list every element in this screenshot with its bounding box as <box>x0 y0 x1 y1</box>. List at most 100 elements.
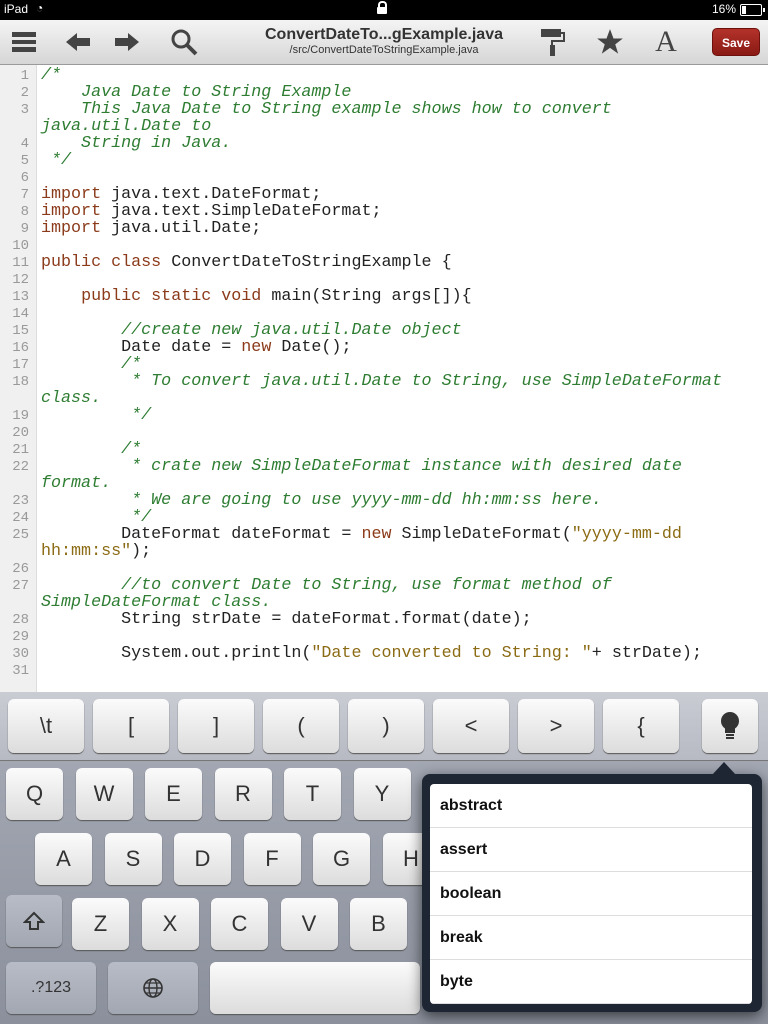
line-number-gutter: 1 2 3 4 5 6 7 8 9 10 11 12 13 14 15 16 17 18 19 20 21 22 23 24 2… <box>0 65 37 692</box>
code-line: import java.text.SimpleDateFormat; <box>41 203 763 220</box>
extra-key[interactable]: < <box>433 699 509 753</box>
letter-key[interactable]: D <box>174 833 231 885</box>
battery-icon <box>740 4 765 16</box>
suggestion-item[interactable]: boolean <box>430 872 752 916</box>
letter-key[interactable]: X <box>141 898 199 950</box>
keyword-token: public class <box>41 253 162 272</box>
letter-key[interactable]: Q <box>6 768 63 820</box>
line-number: 5 <box>20 153 29 169</box>
code-token: System.out.println( <box>41 644 312 663</box>
code-line: public static void main(String args[]){ <box>41 288 763 305</box>
line-number: 25 <box>12 527 29 543</box>
line-number: 15 <box>12 323 29 339</box>
letter-key[interactable]: C <box>211 898 268 950</box>
letter-key[interactable]: R <box>214 768 272 820</box>
line-number: 17 <box>12 357 29 373</box>
letter-key[interactable]: S <box>104 833 162 885</box>
lightbulb-icon[interactable] <box>702 699 758 753</box>
code-line: * To convert java.util.Date to String, u… <box>41 373 763 390</box>
letter-key[interactable]: Y <box>353 768 411 820</box>
file-title: ConvertDateTo...gExample.java /src/Conve… <box>230 26 538 57</box>
line-number: 8 <box>20 204 29 220</box>
letter-key[interactable]: V <box>280 898 338 950</box>
battery-percent: 16% <box>711 2 736 16</box>
letter-key[interactable]: F <box>243 833 301 885</box>
code-token: ConvertDateToStringExample { <box>171 253 452 272</box>
extra-key[interactable]: { <box>603 699 679 753</box>
string-token: "yyyy-mm-dd <box>571 525 682 544</box>
letter-key[interactable]: E <box>145 768 202 820</box>
numbers-key[interactable]: .?123 <box>6 962 96 1014</box>
letter-key[interactable]: B <box>350 898 407 950</box>
comment-token: */ <box>41 151 72 170</box>
line-number: 30 <box>12 646 29 662</box>
globe-icon[interactable] <box>108 962 198 1014</box>
line-number: 27 <box>12 578 29 594</box>
extra-key[interactable]: ( <box>263 699 339 753</box>
code-token: String strDate = dateFormat.format(date)… <box>41 610 532 629</box>
code-editor[interactable]: 1 2 3 4 5 6 7 8 9 10 11 12 13 14 15 16 17 18 19 20 21 22 23 24 2… <box>0 65 768 692</box>
suggestion-item[interactable]: break <box>430 916 752 960</box>
extra-key[interactable]: > <box>518 699 594 753</box>
code-line: DateFormat dateFormat = new SimpleDateFo… <box>41 526 763 543</box>
line-number: 10 <box>12 238 29 254</box>
suggestion-item[interactable]: byte <box>430 960 752 1004</box>
code-line: public class ConvertDateToStringExample … <box>41 254 763 271</box>
code-line: * We are going to use yyyy-mm-dd hh:mm:s… <box>41 492 763 509</box>
string-token: hh:mm:ss" <box>41 542 132 561</box>
code-token: ); <box>131 542 152 561</box>
star-icon[interactable] <box>594 26 626 58</box>
line-number: 18 <box>12 374 29 390</box>
code-line: System.out.println("Date converted to St… <box>41 645 763 662</box>
line-number: 24 <box>12 510 29 526</box>
code-line: */ <box>41 407 763 424</box>
suggestion-item[interactable]: assert <box>430 828 752 872</box>
code-line: /* <box>41 67 763 84</box>
file-name: ConvertDateTo...gExample.java <box>265 26 503 43</box>
toolbar: ConvertDateTo...gExample.java /src/Conve… <box>0 20 768 65</box>
shift-key[interactable] <box>6 895 62 947</box>
paint-roller-icon[interactable] <box>536 26 568 58</box>
code-line: String in Java. <box>41 135 763 152</box>
line-number: 14 <box>12 306 29 322</box>
extra-key[interactable]: [ <box>93 699 169 753</box>
keyword-token: public static void <box>81 287 262 306</box>
search-icon[interactable] <box>168 26 200 58</box>
code-line: /* <box>41 441 763 458</box>
line-number: 3 <box>20 102 29 118</box>
letter-key[interactable]: T <box>284 768 341 820</box>
font-icon[interactable]: A <box>650 25 682 58</box>
letter-key[interactable]: A <box>35 833 92 885</box>
letter-key[interactable]: W <box>75 768 133 820</box>
autocomplete-popover: abstract assert boolean break byte <box>422 762 762 1012</box>
code-token: + strDate); <box>591 644 702 663</box>
wifi-icon: ◔ <box>36 1 44 15</box>
line-number: 26 <box>12 561 29 577</box>
code-line: SimpleDateFormat class. <box>41 594 763 611</box>
line-number: 7 <box>20 187 29 203</box>
extra-key[interactable]: \t <box>8 699 84 753</box>
forward-icon[interactable] <box>111 26 143 58</box>
code-line: //create new java.util.Date object <box>41 322 763 339</box>
save-button[interactable]: Save <box>712 28 760 56</box>
extra-key[interactable]: ] <box>178 699 254 753</box>
code-line: class. <box>41 390 763 407</box>
line-number: 16 <box>12 340 29 356</box>
comment-token: */ <box>41 406 152 425</box>
code-line: This Java Date to String example shows h… <box>41 101 763 118</box>
letter-key[interactable]: Z <box>72 898 129 950</box>
menu-icon[interactable] <box>8 26 40 58</box>
code-line: Java Date to String Example <box>41 84 763 101</box>
line-number: 9 <box>20 221 29 237</box>
line-number: 19 <box>12 408 29 424</box>
code-token: Date(); <box>281 338 352 357</box>
status-bar: iPad ◔ 16% <box>0 0 768 20</box>
suggestion-item[interactable]: abstract <box>430 784 752 828</box>
letter-key[interactable]: G <box>313 833 370 885</box>
back-icon[interactable] <box>62 26 94 58</box>
space-key[interactable] <box>210 962 420 1014</box>
code-line: java.util.Date to <box>41 118 763 135</box>
code-line: //to convert Date to String, use format … <box>41 577 763 594</box>
line-number: 20 <box>12 425 29 441</box>
extra-key[interactable]: ) <box>348 699 424 753</box>
